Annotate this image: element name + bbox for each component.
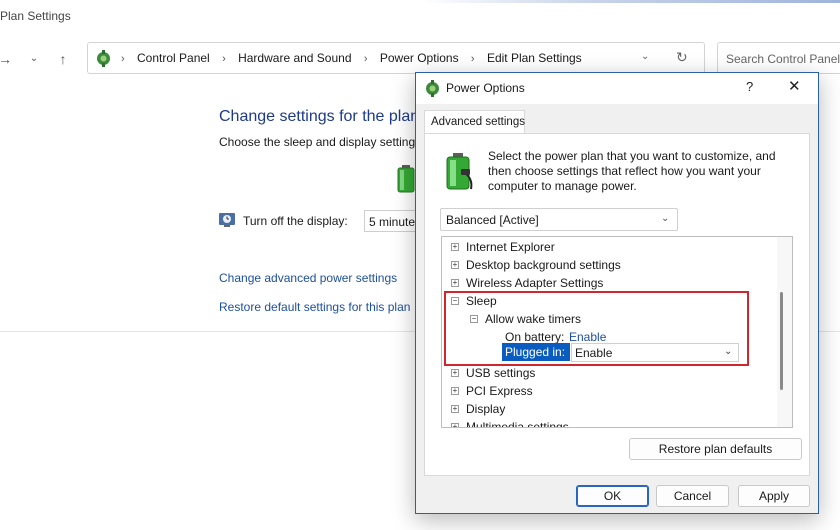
apply-button[interactable]: Apply xyxy=(738,485,810,507)
page-title: Change settings for the plan xyxy=(219,108,420,125)
search-box[interactable]: Search Control Panel xyxy=(717,42,840,74)
dialog-titlebar: Power Options ? ✕ xyxy=(416,73,818,104)
ok-button[interactable]: OK xyxy=(576,485,649,507)
refresh-icon[interactable]: ↻ xyxy=(676,49,688,66)
cancel-button[interactable]: Cancel xyxy=(656,485,729,507)
display-label: Turn off the display: xyxy=(243,214,348,228)
power-options-icon xyxy=(426,80,439,97)
restore-plan-defaults-button[interactable]: Restore plan defaults xyxy=(629,438,802,460)
tree-item-label: Multimedia settings xyxy=(466,420,569,428)
expand-icon[interactable]: + xyxy=(451,279,459,287)
address-bar[interactable]: › Control Panel › Hardware and Sound › P… xyxy=(87,42,705,74)
forward-arrow-icon[interactable]: → xyxy=(0,50,14,68)
tree-item-label: PCI Express xyxy=(466,384,533,398)
clock-icon xyxy=(219,213,235,227)
tree-item-label: Internet Explorer xyxy=(466,240,555,254)
breadcrumb-control-panel[interactable]: Control Panel xyxy=(137,51,210,65)
recent-locations-chevron-icon[interactable]: ⌄ xyxy=(25,50,43,68)
battery-icon xyxy=(397,165,415,193)
breadcrumb-power-options[interactable]: Power Options xyxy=(380,51,459,65)
chevron-down-icon: ⌄ xyxy=(661,213,670,224)
chevron-right-icon: › xyxy=(121,53,125,65)
dialog-title: Power Options xyxy=(446,81,525,95)
breadcrumb-edit-plan-settings[interactable]: Edit Plan Settings xyxy=(487,51,582,65)
advanced-power-settings-link[interactable]: Change advanced power settings xyxy=(219,271,397,285)
restore-default-settings-link[interactable]: Restore default settings for this plan xyxy=(219,300,410,314)
tree-item-label: Display xyxy=(466,402,506,416)
expand-icon[interactable]: + xyxy=(451,387,459,395)
battery-plug-icon xyxy=(446,153,473,190)
tree-item-label: Wireless Adapter Settings xyxy=(466,276,604,290)
page-subtitle: Choose the sleep and display settings xyxy=(219,135,422,149)
chevron-right-icon: › xyxy=(222,53,226,65)
breadcrumb-hardware-and-sound[interactable]: Hardware and Sound xyxy=(238,51,351,65)
tree-item-label: Desktop background settings xyxy=(466,258,621,272)
chevron-right-icon: › xyxy=(470,53,475,65)
chevron-right-icon: › xyxy=(363,53,368,65)
address-dropdown-icon[interactable]: ⌄ xyxy=(641,51,649,62)
tree-item-label: USB settings xyxy=(466,366,536,380)
tab-label: Advanced settings xyxy=(431,116,525,128)
display-timeout-value: 5 minutes xyxy=(369,215,422,229)
scrollbar-thumb[interactable] xyxy=(780,292,783,390)
search-input[interactable]: Search Control Panel xyxy=(726,52,840,66)
tab-advanced-settings[interactable]: Advanced settings xyxy=(424,110,525,134)
expand-icon[interactable]: + xyxy=(451,243,459,251)
expand-icon[interactable]: + xyxy=(451,261,459,269)
close-icon[interactable]: ✕ xyxy=(788,77,801,95)
dialog-description: Select the power plan that you want to c… xyxy=(488,149,776,193)
expand-icon[interactable]: + xyxy=(451,405,459,413)
expand-icon[interactable]: + xyxy=(451,423,459,427)
help-icon[interactable]: ? xyxy=(746,79,753,94)
titlebar-accent xyxy=(420,0,840,3)
control-panel-icon xyxy=(97,50,110,67)
power-plan-select[interactable]: Balanced [Active] ⌄ xyxy=(440,208,678,231)
window-titlebar: Plan Settings xyxy=(0,0,840,36)
breadcrumb: › Control Panel › Hardware and Sound › P… xyxy=(121,51,582,65)
highlight-box xyxy=(444,291,749,366)
expand-icon[interactable]: + xyxy=(451,369,459,377)
window-title: Plan Settings xyxy=(0,9,71,23)
power-plan-value: Balanced [Active] xyxy=(446,213,539,227)
up-arrow-icon[interactable]: ↑ xyxy=(54,50,72,68)
